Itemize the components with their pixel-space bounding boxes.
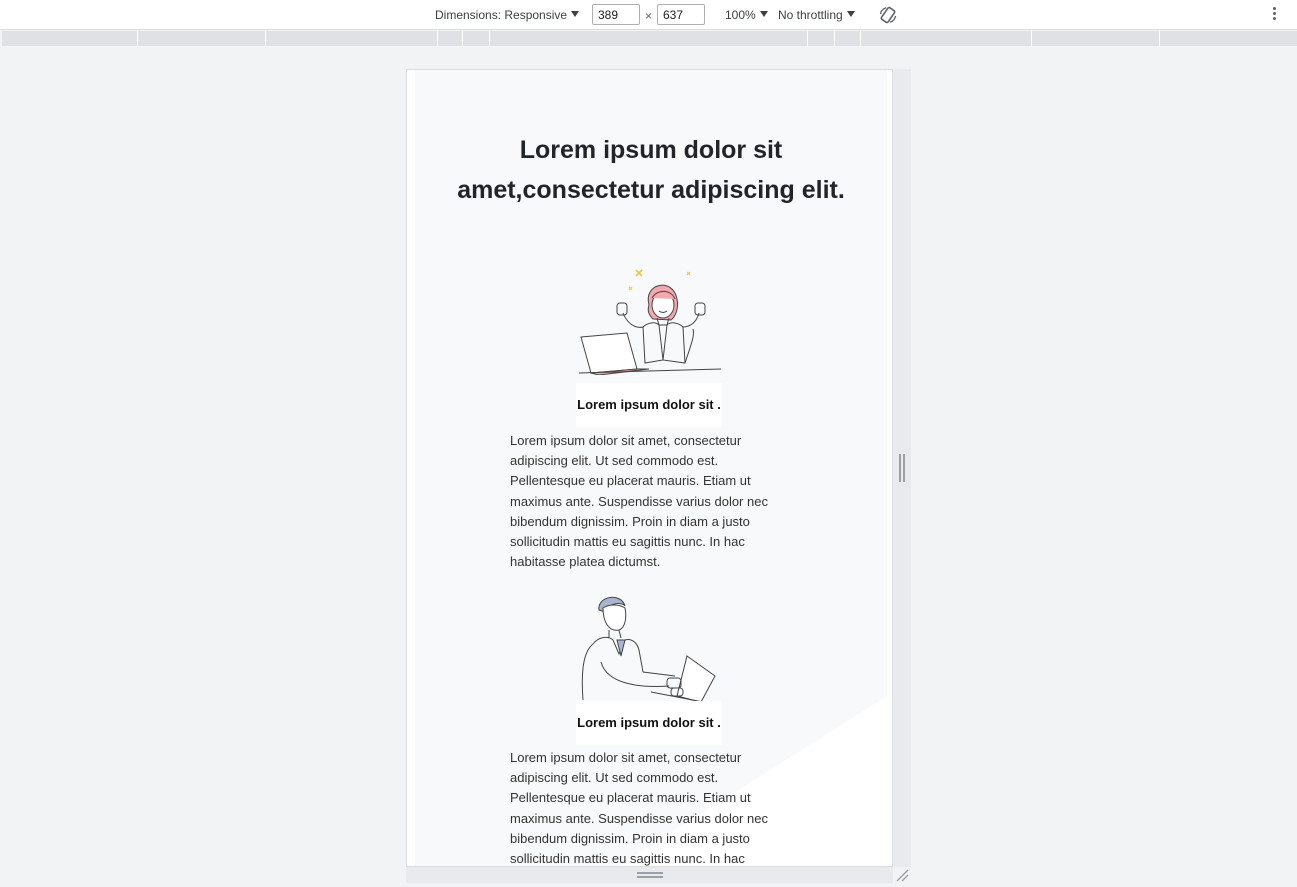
chevron-down-icon [846, 11, 855, 17]
side-resize-handle-icon[interactable] [899, 454, 905, 482]
card-title: Lorem ipsum dolor sit . [576, 383, 722, 427]
woman-celebrating-illustration [578, 269, 722, 375]
corner-resize-handle-icon[interactable] [895, 868, 909, 882]
hero-title-line: Lorem ipsum dolor sit [519, 136, 783, 164]
ruler-divider [1031, 31, 1032, 46]
device-viewport: Lorem ipsum dolor sit amet,consectetur a… [406, 69, 893, 867]
ruler-divider [489, 31, 490, 46]
ruler-divider [1159, 31, 1160, 46]
hero-title-line: amet,consectetur adipiscing elit. [457, 176, 845, 204]
card-body: Lorem ipsum dolor sit amet, consectetur … [510, 750, 768, 867]
ruler-divider [437, 31, 438, 46]
throttling-label: No throttling [778, 8, 843, 22]
dimensions-dropdown[interactable]: Dimensions: Responsive [435, 8, 580, 22]
handle-line [637, 872, 663, 874]
kebab-menu-icon[interactable] [1268, 7, 1280, 23]
handle-line [899, 454, 901, 482]
card-title: Lorem ipsum dolor sit . [576, 701, 722, 745]
width-input[interactable] [592, 4, 640, 25]
chevron-down-icon [759, 11, 768, 17]
rotate-icon[interactable] [878, 5, 898, 25]
hero-title: Lorem ipsum dolor sit amet,consectetur a… [435, 130, 867, 210]
handle-line [637, 876, 663, 878]
bottom-resize-handle-icon[interactable] [637, 872, 663, 880]
device-toolbar: Dimensions: Responsive × 100% No throttl… [0, 0, 1297, 30]
ruler-divider [265, 31, 266, 46]
zoom-label: 100% [725, 8, 756, 22]
ruler-divider [807, 31, 808, 46]
zoom-dropdown[interactable]: 100% [725, 8, 768, 22]
ruler-divider [834, 31, 835, 46]
dimensions-label: Dimensions: Responsive [435, 8, 568, 22]
ruler-divider [137, 31, 138, 46]
kebab-dot [1272, 7, 1276, 10]
times-separator: × [645, 9, 653, 23]
throttling-dropdown[interactable]: No throttling [778, 8, 855, 22]
kebab-dot [1272, 17, 1276, 20]
ruler-divider [462, 31, 463, 46]
kebab-dot [1272, 12, 1276, 15]
man-typing-illustration [581, 596, 716, 703]
card-body: Lorem ipsum dolor sit amet, consectetur … [510, 433, 768, 570]
media-query-ruler[interactable] [2, 31, 1297, 46]
ruler-divider [860, 31, 861, 46]
chevron-down-icon [571, 11, 580, 17]
height-input[interactable] [657, 4, 705, 25]
page-content: Lorem ipsum dolor sit amet,consectetur a… [415, 70, 887, 867]
handle-line [903, 454, 905, 482]
